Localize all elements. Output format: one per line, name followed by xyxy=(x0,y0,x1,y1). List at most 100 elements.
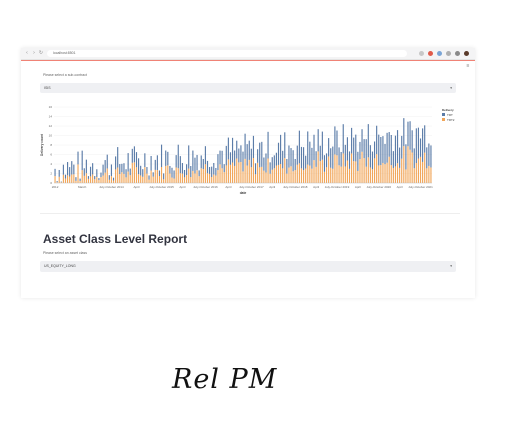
browser-toolbar: ‹ › ↻ localhost:8501 xyxy=(21,48,475,60)
bar-series-a xyxy=(369,145,371,168)
bar-series-a xyxy=(156,155,158,171)
bar-series-a xyxy=(267,131,269,159)
y-tick-label: 8 xyxy=(50,143,52,147)
bar-series-a xyxy=(430,145,432,168)
address-bar[interactable]: localhost:8501 xyxy=(47,50,407,57)
bar-series-a xyxy=(54,168,56,177)
bar-series-a xyxy=(119,164,121,175)
bar-series-b xyxy=(198,176,200,183)
bar-series-a xyxy=(263,157,265,171)
bar-series-b xyxy=(286,173,288,183)
subcontract-select[interactable]: ISIS ▾ xyxy=(40,83,456,93)
extension-icon[interactable] xyxy=(437,51,442,56)
bar-series-b xyxy=(409,149,411,183)
subcontract-label: Please select a sub-contract xyxy=(43,73,87,77)
bar-series-b xyxy=(223,172,225,183)
bar-series-a xyxy=(62,164,64,175)
bar-series-b xyxy=(71,174,73,183)
legend-swatch xyxy=(442,113,445,116)
bar-series-b xyxy=(144,167,146,183)
bar-series-b xyxy=(254,174,257,183)
menu-icon[interactable]: ≡ xyxy=(465,63,471,69)
bar-series-a xyxy=(325,153,328,168)
bar-series-a xyxy=(407,121,409,147)
y-tick-label: 4 xyxy=(50,162,52,166)
x-tick-label: April xyxy=(133,185,139,189)
bar-series-a xyxy=(351,127,353,154)
bar-series-b xyxy=(165,165,167,183)
bar-series-a xyxy=(261,141,263,167)
y-tick-label: 10 xyxy=(49,134,53,138)
bar-series-a xyxy=(294,158,296,171)
bar-series-b xyxy=(85,173,87,183)
bar-series-a xyxy=(380,137,382,166)
bar-series-a xyxy=(190,166,192,178)
bar-series-a xyxy=(209,167,211,174)
bar-series-a xyxy=(179,156,181,174)
bar-series-a xyxy=(254,163,257,175)
bar-series-a xyxy=(133,146,135,163)
extension-icon[interactable] xyxy=(455,51,460,56)
bar-series-a xyxy=(206,160,209,174)
bar-series-b xyxy=(328,156,330,183)
x-tick-label: 2012 xyxy=(52,185,59,189)
forward-icon[interactable]: › xyxy=(31,50,37,56)
bar-series-b xyxy=(382,162,384,183)
bar-series-a xyxy=(250,148,252,168)
url-text: localhost:8501 xyxy=(53,51,76,55)
bar-series-a xyxy=(71,161,73,175)
bar-series-a xyxy=(115,156,117,170)
bar-series-b xyxy=(384,164,386,183)
bar-series-a xyxy=(104,160,106,173)
reload-icon[interactable]: ↻ xyxy=(38,50,44,56)
asset-class-select[interactable]: US_EQUITY_LONG ▾ xyxy=(40,261,456,272)
profile-avatar[interactable] xyxy=(464,51,469,56)
extension-icon[interactable] xyxy=(428,51,433,56)
bar-series-a xyxy=(415,128,417,164)
back-icon[interactable]: ‹ xyxy=(24,50,30,56)
bar-series-a xyxy=(424,125,426,153)
bar-series-a xyxy=(348,151,351,169)
bar-series-b xyxy=(330,167,332,183)
bar-series-b xyxy=(229,164,232,183)
bar-series-a xyxy=(271,157,273,170)
bar-series-b xyxy=(275,165,277,183)
extension-icon[interactable] xyxy=(446,51,451,56)
bar-series-b xyxy=(284,158,286,183)
bar-series-b xyxy=(177,168,179,183)
bar-series-a xyxy=(100,172,102,178)
bar-series-b xyxy=(390,165,392,183)
bar-series-b xyxy=(156,170,158,183)
bar-series-a xyxy=(240,145,242,163)
bar-series-b xyxy=(110,176,113,183)
bar-series-b xyxy=(336,155,338,183)
bar-series-a xyxy=(346,137,348,161)
bar-series-b xyxy=(403,146,405,183)
bar-series-b xyxy=(209,173,211,183)
bar-series-a xyxy=(56,181,58,183)
bar-series-a xyxy=(265,153,267,173)
bar-series-b xyxy=(81,170,83,183)
bar-series-a xyxy=(428,143,430,166)
bar-series-a xyxy=(188,145,190,169)
bar-series-a xyxy=(361,129,363,152)
bar-series-a xyxy=(110,164,113,177)
bar-series-a xyxy=(217,154,219,171)
bar-series-a xyxy=(125,169,127,178)
bar-series-b xyxy=(319,161,321,183)
bar-series-b xyxy=(288,167,290,183)
bar-series-b xyxy=(75,180,77,183)
x-tick-label: July-October 2016 xyxy=(193,185,218,189)
bar-series-a xyxy=(183,169,186,178)
bar-series-a xyxy=(252,135,255,158)
bar-series-a xyxy=(96,169,98,177)
bar-series-b xyxy=(386,162,388,183)
bar-series-b xyxy=(242,171,244,183)
bar-series-b xyxy=(309,165,311,183)
bar-series-b xyxy=(311,168,313,183)
bar-series-a xyxy=(129,168,131,176)
extension-icon[interactable] xyxy=(419,51,424,56)
bar-series-b xyxy=(325,167,328,183)
bar-series-a xyxy=(69,167,71,177)
bar-series-a xyxy=(409,121,411,150)
